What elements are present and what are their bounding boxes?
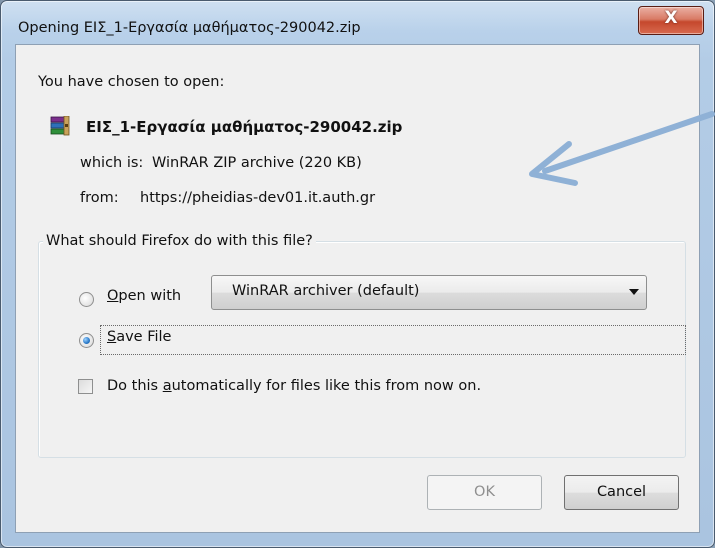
chosen-to-open-label: You have chosen to open: bbox=[38, 74, 225, 90]
file-type-label: which is: bbox=[80, 155, 144, 171]
open-with-radio[interactable] bbox=[79, 292, 94, 307]
dialog-content: You have chosen to open: ΕΙΣ_1-Εργασία μ… bbox=[15, 44, 700, 533]
source-label: from: bbox=[80, 190, 119, 206]
auto-action-checkbox[interactable] bbox=[78, 379, 93, 394]
close-button[interactable]: X bbox=[638, 6, 704, 35]
dialog-title: Opening ΕΙΣ_1-Εργασία μαθήματος-290042.z… bbox=[18, 20, 361, 36]
save-file-label[interactable]: Save File bbox=[107, 329, 171, 345]
file-name: ΕΙΣ_1-Εργασία μαθήματος-290042.zip bbox=[86, 118, 403, 136]
title-bar[interactable]: Opening ΕΙΣ_1-Εργασία μαθήματος-290042.z… bbox=[1, 1, 714, 45]
save-file-radio[interactable] bbox=[79, 333, 94, 348]
cancel-button[interactable]: Cancel bbox=[564, 475, 679, 510]
file-action-legend: What should Firefox do with this file? bbox=[43, 233, 316, 249]
source-url: https://pheidias-dev01.it.auth.gr bbox=[140, 190, 376, 206]
auto-action-label[interactable]: Do this automatically for files like thi… bbox=[107, 378, 481, 394]
file-type-value: WinRAR ZIP archive (220 KB) bbox=[152, 155, 362, 171]
winrar-archive-icon bbox=[50, 116, 70, 136]
application-select[interactable]: WinRAR archiver (default) bbox=[211, 275, 647, 310]
dropdown-arrow-icon bbox=[629, 289, 639, 295]
application-select-value: WinRAR archiver (default) bbox=[232, 283, 420, 299]
close-icon: X bbox=[664, 8, 678, 28]
ok-button[interactable]: OK bbox=[427, 475, 542, 510]
open-with-label[interactable]: Open with bbox=[107, 288, 181, 304]
save-file-focus-outline bbox=[100, 325, 686, 355]
